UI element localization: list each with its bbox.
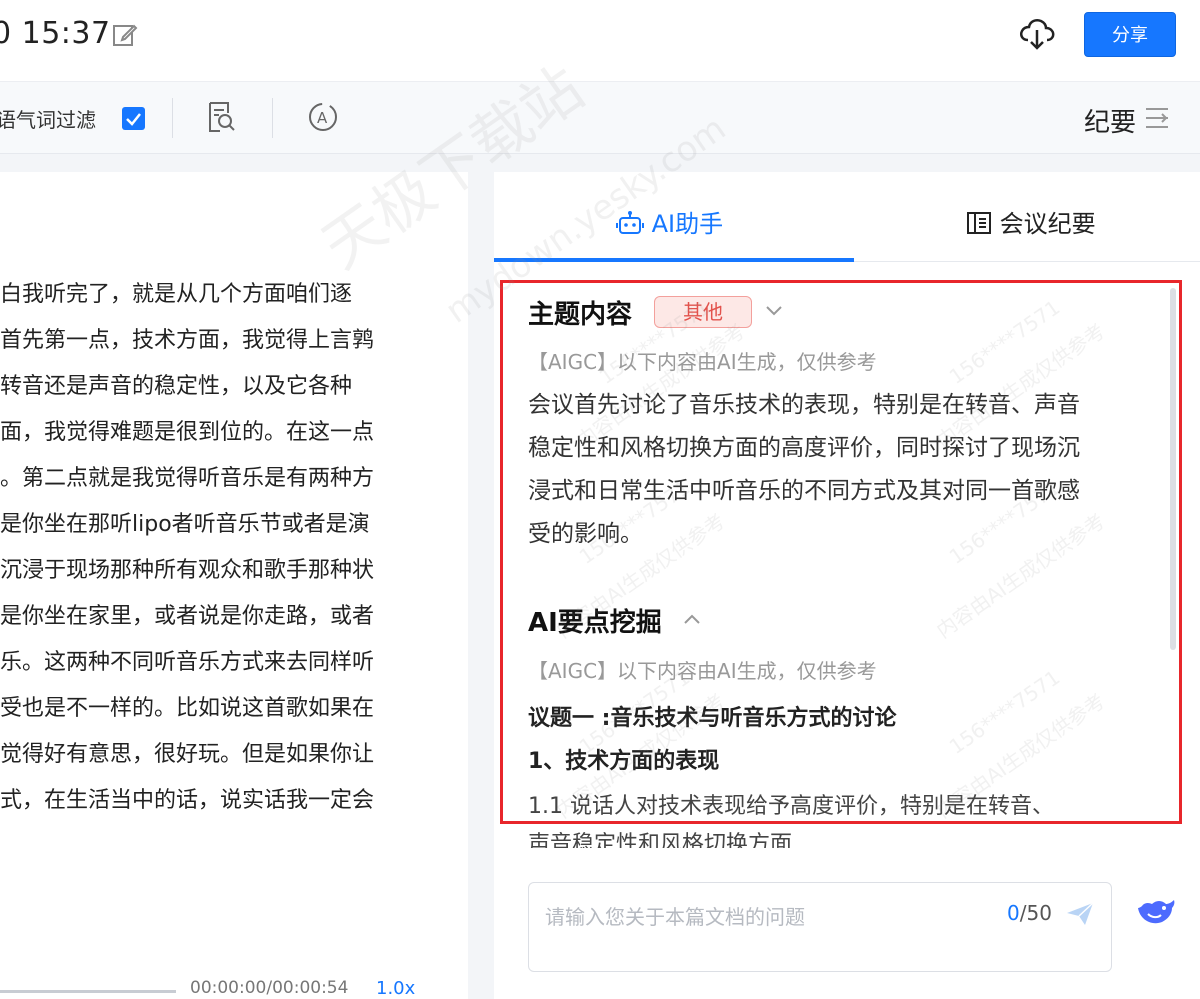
tab-meeting-minutes[interactable]: 会议纪要 <box>966 204 1096 239</box>
filler-word-filter-label: 语气词过滤 <box>0 108 96 132</box>
robot-icon <box>616 211 644 234</box>
transcript-line: 乐。这两种不同听音乐方式来去同样听 <box>0 650 375 675</box>
ai-translate-icon[interactable]: A <box>306 100 340 134</box>
check-icon <box>126 113 141 126</box>
collapse-panel-icon[interactable] <box>1144 106 1170 130</box>
transcript-line: 首先第一点，技术方面，我觉得上言鹑 <box>0 328 375 353</box>
tab-ai-assistant[interactable]: AI助手 <box>616 204 723 239</box>
svg-text:A: A <box>317 109 328 127</box>
minutes-toggle-label[interactable]: 纪要 <box>1084 102 1136 139</box>
transcript-line: 沉浸于现场那种所有观众和歌手那种状 <box>0 558 375 583</box>
document-icon <box>967 212 991 234</box>
playback-speed-button[interactable]: 1.0x <box>376 978 415 999</box>
search-document-icon[interactable] <box>206 101 236 133</box>
transcript-line: 白我听完了，就是从几个方面咱们逐 <box>0 282 353 307</box>
transcript-line: 是你坐在那听lipo者听音乐节或者是演 <box>0 512 370 537</box>
counter-current: 0 <box>1007 901 1020 925</box>
share-button[interactable]: 分享 <box>1084 12 1176 57</box>
counter-max: /50 <box>1019 901 1052 925</box>
deepseek-whale-icon[interactable] <box>1134 894 1176 930</box>
character-counter: 0/50 <box>1007 901 1052 925</box>
transcript-line: 面，我觉得难题是很到位的。在这一点 <box>0 420 375 445</box>
transcript-line: 。第二点就是我觉得听音乐是有两种方 <box>0 466 375 491</box>
filler-word-filter-checkbox[interactable] <box>122 107 145 130</box>
transcript-text: 白我听完了，就是从几个方面咱们逐 首先第一点，技术方面，我觉得上言鹑 转音还是声… <box>0 272 420 824</box>
question-input[interactable]: 请输入您关于本篇文档的问题 0/50 <box>528 882 1112 972</box>
tab-minutes-label: 会议纪要 <box>999 210 1096 238</box>
top-bar: 0 15:37 分享 <box>0 0 1200 82</box>
active-tab-indicator <box>494 258 854 262</box>
point-text: 声音稳定性和风格切换方面 <box>528 832 793 848</box>
question-input-placeholder: 请输入您关于本篇文档的问题 <box>545 905 805 929</box>
transcript-line: 是你坐在家里，或者说是你走路，或者 <box>0 604 375 629</box>
playback-progress-track[interactable] <box>0 990 176 993</box>
transcript-line: 受也是不一样的。比如说这首歌如果在 <box>0 696 375 721</box>
highlight-annotation-box <box>500 280 1182 824</box>
toolbar: 语气词过滤 A 纪要 <box>0 82 1200 154</box>
tab-ai-label: AI助手 <box>651 210 724 238</box>
recording-time-title: 0 15:37 <box>0 16 111 51</box>
edit-icon[interactable] <box>112 22 138 48</box>
toolbar-divider <box>172 98 173 138</box>
toolbar-divider <box>272 98 273 138</box>
transcript-line: 觉得好有意思，很好玩。但是如果你让 <box>0 742 375 767</box>
send-icon[interactable] <box>1065 901 1095 927</box>
playback-time: 00:00:00/00:00:54 <box>190 978 349 998</box>
cloud-download-icon[interactable] <box>1018 16 1056 52</box>
transcript-line: 转音还是声音的稳定性，以及它各种 <box>0 374 353 399</box>
transcript-line: 式，在生活当中的话，说实话我一定会 <box>0 788 375 813</box>
